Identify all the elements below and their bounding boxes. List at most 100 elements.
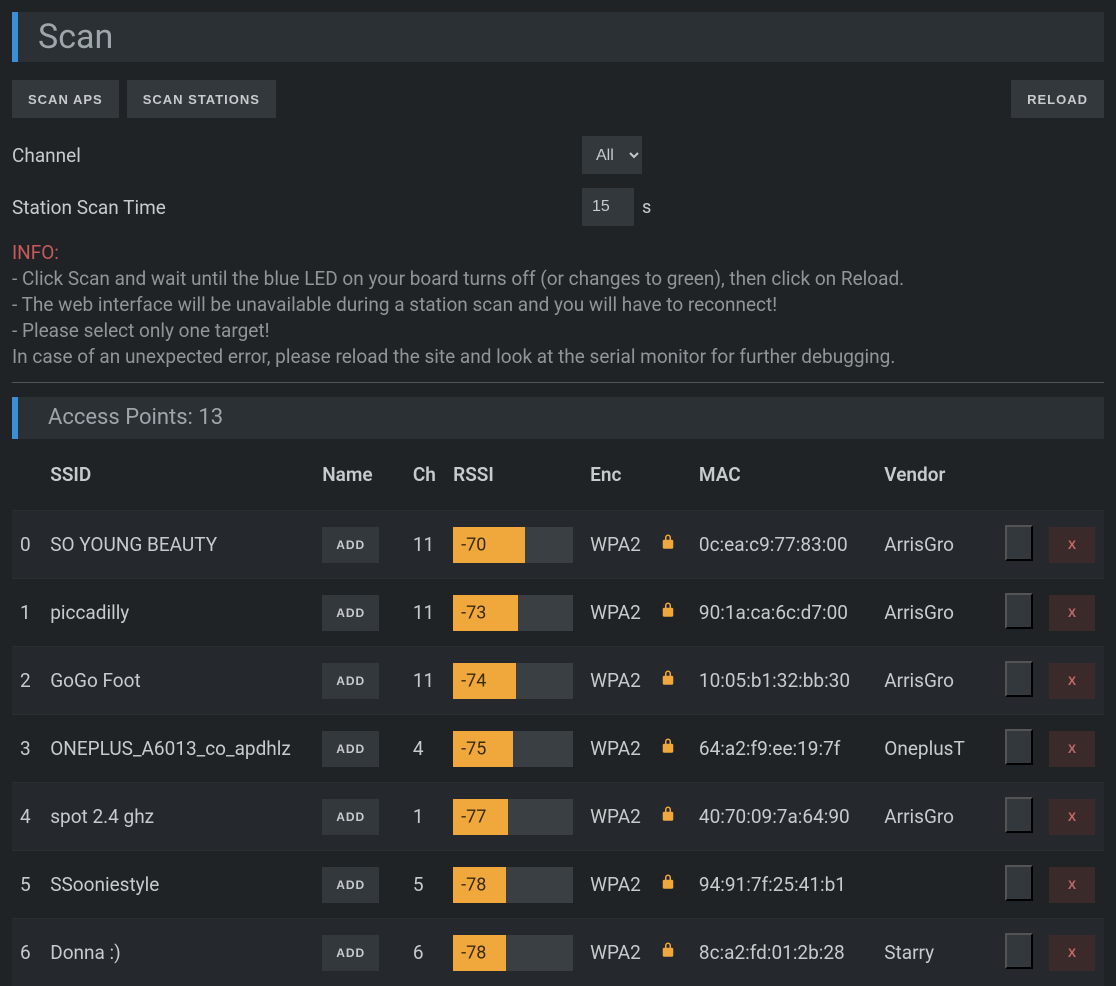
remove-button[interactable]: X bbox=[1049, 527, 1095, 563]
row-lock bbox=[651, 783, 691, 851]
aps-section-header: Access Points: 13 bbox=[12, 397, 1104, 439]
channel-select[interactable]: All bbox=[582, 136, 642, 174]
select-button[interactable] bbox=[1005, 661, 1033, 697]
row-channel: 6 bbox=[405, 919, 445, 986]
row-ssid: piccadilly bbox=[42, 579, 314, 647]
scan-stations-button[interactable]: SCAN STATIONS bbox=[127, 80, 276, 118]
col-rssi: RSSI bbox=[445, 449, 582, 511]
row-remove-cell: X bbox=[1041, 919, 1104, 986]
row-name-cell: ADD bbox=[314, 511, 405, 579]
row-vendor: Starry bbox=[876, 919, 997, 986]
table-row: 2GoGo FootADD11-74WPA210:05:b1:32:bb:30A… bbox=[12, 647, 1104, 715]
row-lock bbox=[651, 579, 691, 647]
add-name-button[interactable]: ADD bbox=[322, 799, 379, 835]
select-button[interactable] bbox=[1005, 525, 1033, 561]
add-name-button[interactable]: ADD bbox=[322, 595, 379, 631]
row-index: 6 bbox=[12, 919, 42, 986]
remove-button[interactable]: X bbox=[1049, 799, 1095, 835]
row-name-cell: ADD bbox=[314, 783, 405, 851]
row-ssid: SO YOUNG BEAUTY bbox=[42, 511, 314, 579]
info-line-3: - Please select only one target! bbox=[12, 318, 1104, 344]
row-mac: 8c:a2:fd:01:2b:28 bbox=[691, 919, 876, 986]
table-row: 1piccadillyADD11-73WPA290:1a:ca:6c:d7:00… bbox=[12, 579, 1104, 647]
aps-table: SSID Name Ch RSSI Enc MAC Vendor 0SO YOU… bbox=[12, 449, 1104, 986]
row-index: 3 bbox=[12, 715, 42, 783]
info-label: INFO: bbox=[12, 241, 59, 264]
select-button[interactable] bbox=[1005, 593, 1033, 629]
row-ssid: ONEPLUS_A6013_co_apdhlz bbox=[42, 715, 314, 783]
add-name-button[interactable]: ADD bbox=[322, 935, 379, 971]
remove-button[interactable]: X bbox=[1049, 867, 1095, 903]
reload-button[interactable]: RELOAD bbox=[1011, 80, 1104, 118]
row-lock bbox=[651, 715, 691, 783]
add-name-button[interactable]: ADD bbox=[322, 663, 379, 699]
row-select-cell bbox=[997, 579, 1041, 647]
rssi-bar: -78 bbox=[453, 867, 573, 903]
row-ssid: Donna :) bbox=[42, 919, 314, 986]
row-channel: 5 bbox=[405, 851, 445, 919]
aps-header-row: SSID Name Ch RSSI Enc MAC Vendor bbox=[12, 449, 1104, 511]
row-remove-cell: X bbox=[1041, 715, 1104, 783]
row-name-cell: ADD bbox=[314, 919, 405, 986]
lock-icon bbox=[659, 873, 677, 891]
row-lock bbox=[651, 511, 691, 579]
row-rssi: -70 bbox=[445, 511, 582, 579]
lock-icon bbox=[659, 941, 677, 959]
info-line-1: - Click Scan and wait until the blue LED… bbox=[12, 266, 1104, 292]
row-lock bbox=[651, 851, 691, 919]
remove-button[interactable]: X bbox=[1049, 731, 1095, 767]
row-channel: 11 bbox=[405, 511, 445, 579]
row-remove-cell: X bbox=[1041, 647, 1104, 715]
row-rssi: -78 bbox=[445, 851, 582, 919]
rssi-bar: -74 bbox=[453, 663, 573, 699]
row-name-cell: ADD bbox=[314, 715, 405, 783]
row-index: 2 bbox=[12, 647, 42, 715]
row-mac: 0c:ea:c9:77:83:00 bbox=[691, 511, 876, 579]
table-row: 4spot 2.4 ghzADD1-77WPA240:70:09:7a:64:9… bbox=[12, 783, 1104, 851]
row-channel: 1 bbox=[405, 783, 445, 851]
row-index: 5 bbox=[12, 851, 42, 919]
info-line-2: - The web interface will be unavailable … bbox=[12, 292, 1104, 318]
station-scan-time-input[interactable] bbox=[582, 188, 634, 226]
row-mac: 94:91:7f:25:41:b1 bbox=[691, 851, 876, 919]
row-enc: WPA2 bbox=[582, 783, 651, 851]
add-name-button[interactable]: ADD bbox=[322, 867, 379, 903]
row-select-cell bbox=[997, 511, 1041, 579]
rssi-bar: -70 bbox=[453, 527, 573, 563]
page-title: Scan bbox=[38, 12, 1104, 62]
select-button[interactable] bbox=[1005, 797, 1033, 833]
row-lock bbox=[651, 647, 691, 715]
lock-icon bbox=[659, 601, 677, 619]
station-scan-time-label: Station Scan Time bbox=[12, 196, 582, 219]
row-select-cell bbox=[997, 919, 1041, 986]
table-row: 5SSooniestyleADD5-78WPA294:91:7f:25:41:b… bbox=[12, 851, 1104, 919]
col-ch: Ch bbox=[405, 449, 445, 511]
row-index: 0 bbox=[12, 511, 42, 579]
channel-label: Channel bbox=[12, 144, 582, 167]
lock-icon bbox=[659, 805, 677, 823]
row-select-cell bbox=[997, 783, 1041, 851]
row-enc: WPA2 bbox=[582, 851, 651, 919]
page-header: Scan bbox=[12, 12, 1104, 62]
scan-aps-button[interactable]: SCAN APS bbox=[12, 80, 119, 118]
add-name-button[interactable]: ADD bbox=[322, 527, 379, 563]
remove-button[interactable]: X bbox=[1049, 595, 1095, 631]
row-lock bbox=[651, 919, 691, 986]
add-name-button[interactable]: ADD bbox=[322, 731, 379, 767]
row-rssi: -78 bbox=[445, 919, 582, 986]
row-mac: 10:05:b1:32:bb:30 bbox=[691, 647, 876, 715]
rssi-bar: -78 bbox=[453, 935, 573, 971]
remove-button[interactable]: X bbox=[1049, 935, 1095, 971]
select-button[interactable] bbox=[1005, 865, 1033, 901]
row-vendor: OneplusT bbox=[876, 715, 997, 783]
aps-title: Access Points: 13 bbox=[48, 397, 1104, 439]
select-button[interactable] bbox=[1005, 933, 1033, 969]
row-rssi: -77 bbox=[445, 783, 582, 851]
remove-button[interactable]: X bbox=[1049, 663, 1095, 699]
divider bbox=[12, 382, 1104, 383]
select-button[interactable] bbox=[1005, 729, 1033, 765]
rssi-value: -75 bbox=[461, 738, 486, 759]
row-index: 1 bbox=[12, 579, 42, 647]
row-vendor bbox=[876, 851, 997, 919]
rssi-value: -73 bbox=[461, 602, 486, 623]
